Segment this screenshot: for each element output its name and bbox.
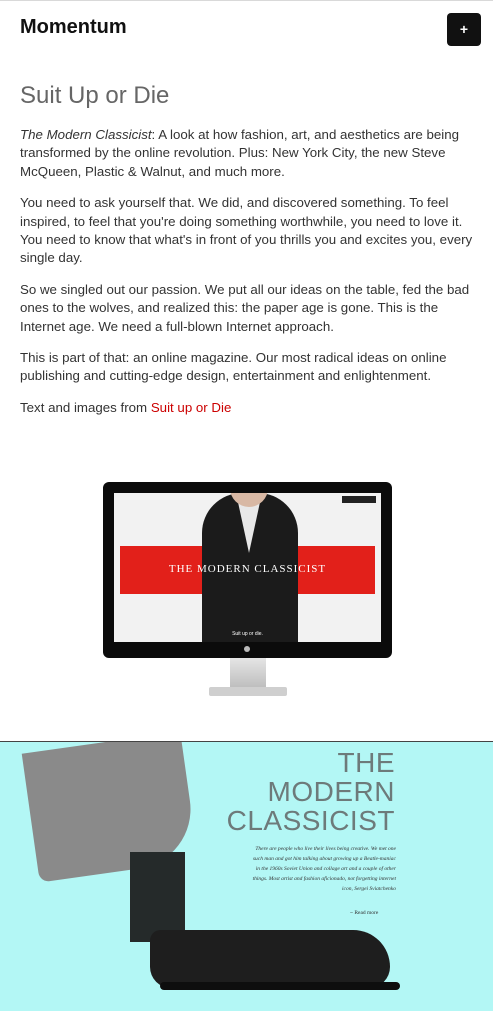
- credit-link[interactable]: Suit up or Die: [151, 400, 232, 415]
- screen-title: THE MODERN CLASSICIST: [168, 563, 327, 575]
- monitor-image: THE MODERN CLASSICIST Suit up or die.: [103, 482, 392, 702]
- shoe: [150, 930, 390, 988]
- credit-prefix: Text and images from: [20, 399, 151, 415]
- hero-title-line: CLASSICIST: [226, 805, 395, 836]
- hero-title-line: THE: [337, 747, 395, 778]
- article-body: Suit Up or Die The Modern Classicist: A …: [0, 82, 493, 417]
- screen-tagline: Suit up or die.: [232, 631, 263, 637]
- apple-logo-icon: [244, 646, 250, 652]
- mini-nav: [342, 496, 376, 503]
- hero-blurb: There are people who live their lives be…: [252, 846, 396, 892]
- monitor-frame: THE MODERN CLASSICIST Suit up or die.: [103, 482, 392, 658]
- monitor-stand: [230, 658, 266, 688]
- intro-emphasis: The Modern Classicist: [20, 127, 152, 142]
- shoe-sole: [160, 982, 400, 990]
- sock: [130, 852, 185, 942]
- hero-title-line: MODERN: [267, 776, 395, 807]
- hero-image: THE MODERN CLASSICIST There are people w…: [0, 741, 493, 1011]
- article-intro: The Modern Classicist: A look at how fas…: [20, 126, 473, 181]
- article-paragraph: You need to ask yourself that. We did, a…: [20, 195, 473, 266]
- site-logo[interactable]: Momentum: [20, 16, 127, 39]
- article-credit: Text and images from Suit up or Die: [20, 399, 473, 417]
- hero-read-more: ~ Read more: [350, 910, 379, 916]
- article-paragraph: So we singled out our passion. We put al…: [20, 281, 470, 334]
- article-title: Suit Up or Die: [20, 82, 170, 109]
- article-paragraph: This is part of that: an online magazine…: [20, 350, 447, 384]
- monitor-display: THE MODERN CLASSICIST Suit up or die.: [114, 493, 381, 642]
- monitor-base: [209, 687, 287, 696]
- hero-title: THE MODERN CLASSICIST: [227, 748, 395, 835]
- top-bar: Momentum +: [0, 0, 493, 56]
- menu-toggle-button[interactable]: +: [447, 13, 481, 46]
